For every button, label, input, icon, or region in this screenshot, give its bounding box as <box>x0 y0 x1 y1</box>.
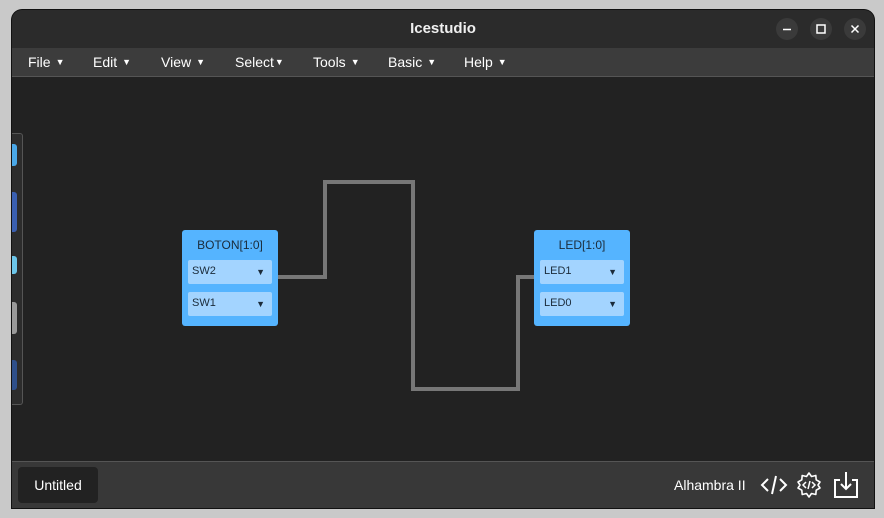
menu-help[interactable]: Help ▼ <box>464 54 507 70</box>
wire-layer <box>276 180 534 391</box>
chevron-down-icon: ▼ <box>122 57 132 67</box>
caret-down-icon: ▼ <box>256 299 265 309</box>
chevron-down-icon: ▼ <box>497 57 507 67</box>
board-selector[interactable]: Alhambra II <box>674 477 746 493</box>
chevron-down-icon: ▼ <box>350 57 360 67</box>
menu-tools-label: Tools <box>313 54 346 70</box>
maximize-button[interactable] <box>810 18 832 40</box>
menu-select-label: Select <box>235 54 274 70</box>
menu-edit[interactable]: Edit ▼ <box>93 54 131 70</box>
menu-file-label: File <box>28 54 51 70</box>
caret-down-icon: ▼ <box>608 267 617 277</box>
menu-basic-label: Basic <box>388 54 423 70</box>
caret-down-icon: ▼ <box>608 299 617 309</box>
title-bar: Icestudio <box>12 10 874 48</box>
build-button[interactable] <box>795 471 823 499</box>
chevron-down-icon: ▼ <box>274 57 284 67</box>
port-select-sw1[interactable]: SW1 ▼ <box>188 292 272 316</box>
port-select-led1[interactable]: LED1 ▼ <box>540 260 624 284</box>
caret-down-icon: ▼ <box>256 267 265 277</box>
verify-button[interactable] <box>760 471 788 499</box>
menu-edit-label: Edit <box>93 54 118 70</box>
upload-button[interactable] <box>832 471 860 499</box>
chevron-down-icon: ▼ <box>55 57 65 67</box>
port-label: LED1 <box>544 265 572 277</box>
port-label: SW1 <box>192 297 216 309</box>
menu-select[interactable]: Select▼ <box>235 54 284 70</box>
code-icon <box>760 475 788 495</box>
menu-basic[interactable]: Basic ▼ <box>388 54 436 70</box>
chevron-down-icon: ▼ <box>196 57 206 67</box>
gear-code-icon <box>797 472 821 498</box>
window-title: Icestudio <box>410 20 476 37</box>
block-name: BOTON[1:0] <box>197 238 263 252</box>
minimize-button[interactable] <box>776 18 798 40</box>
port-select-sw2[interactable]: SW2 ▼ <box>188 260 272 284</box>
chevron-down-icon: ▼ <box>427 57 437 67</box>
close-icon <box>850 24 860 34</box>
menu-view[interactable]: View ▼ <box>161 54 205 70</box>
output-block-led[interactable]: LED[1:0] LED1 ▼ LED0 ▼ <box>534 230 630 326</box>
block-name: LED[1:0] <box>558 238 606 252</box>
menu-help-label: Help <box>464 54 493 70</box>
maximize-icon <box>816 24 826 34</box>
minimize-icon <box>783 28 791 31</box>
status-bar: Untitled Alhambra II <box>12 461 874 508</box>
input-block-boton[interactable]: BOTON[1:0] SW2 ▼ SW1 ▼ <box>182 230 278 326</box>
menu-view-label: View <box>161 54 192 70</box>
port-label: LED0 <box>544 297 572 309</box>
menu-bar: File ▼ Edit ▼ View ▼ Select▼ Tools ▼ Basic ▼ … <box>12 48 874 77</box>
port-label: SW2 <box>192 265 216 277</box>
tab-untitled[interactable]: Untitled <box>18 467 98 503</box>
menu-tools[interactable]: Tools ▼ <box>313 54 360 70</box>
port-select-led0[interactable]: LED0 ▼ <box>540 292 624 316</box>
design-canvas[interactable]: BOTON[1:0] SW2 ▼ SW1 ▼ LED[1:0] LED1 ▼ L… <box>12 77 874 461</box>
app-window: Icestudio File ▼ Edit ▼ View ▼ Select▼ Tool… <box>12 10 874 508</box>
download-icon <box>834 472 858 498</box>
close-button[interactable] <box>844 18 866 40</box>
menu-file[interactable]: File ▼ <box>28 54 64 70</box>
wire-sw2-led1 <box>276 180 534 391</box>
